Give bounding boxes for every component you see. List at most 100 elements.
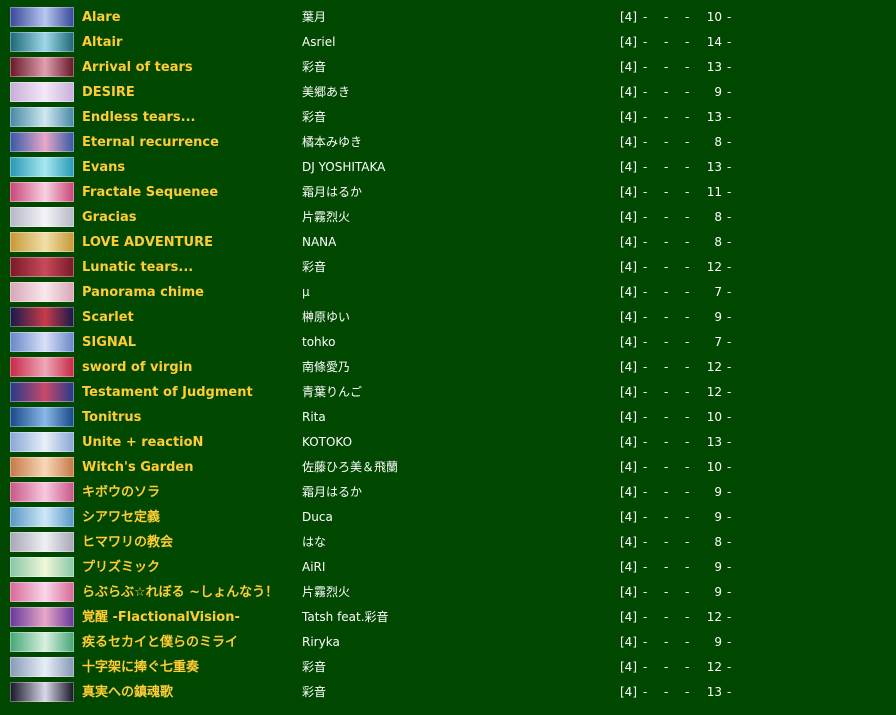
song-title[interactable]: らぶらぶ☆れぼる ~しょんなう！ — [82, 580, 278, 605]
song-title[interactable]: 真実への鎮魂歌 — [82, 680, 173, 705]
song-row[interactable]: シアワセ定義 Duca [4] - - -9- — [0, 505, 896, 530]
song-banner-image[interactable] — [10, 482, 74, 502]
song-banner-image[interactable] — [10, 282, 74, 302]
song-title[interactable]: 十字架に捧ぐ七重奏 — [82, 655, 199, 680]
song-title[interactable]: Eternal recurrence — [82, 130, 219, 155]
song-banner-image[interactable] — [10, 182, 74, 202]
song-banner-image[interactable] — [10, 507, 74, 527]
song-level: [4] — [620, 435, 637, 449]
song-title[interactable]: キボウのソラ — [82, 480, 160, 505]
song-title[interactable]: Gracias — [82, 205, 137, 230]
song-banner-image[interactable] — [10, 382, 74, 402]
song-col1: - — [643, 310, 648, 324]
song-banner-image[interactable] — [10, 257, 74, 277]
song-title[interactable]: Tonitrus — [82, 405, 141, 430]
song-title[interactable]: 疾るセカイと僕らのミライ — [82, 630, 238, 655]
song-title[interactable]: Panorama chime — [82, 280, 204, 305]
song-col2: - — [664, 235, 669, 249]
song-row[interactable]: ヒマワリの教会 はな [4] - - -8- — [0, 530, 896, 555]
song-banner-image[interactable] — [10, 82, 74, 102]
song-title[interactable]: Arrival of tears — [82, 55, 193, 80]
song-banner-image[interactable] — [10, 607, 74, 627]
song-banner-image[interactable] — [10, 457, 74, 477]
song-col1: - — [643, 335, 648, 349]
song-title[interactable]: シアワセ定義 — [82, 505, 160, 530]
song-banner-image[interactable] — [10, 532, 74, 552]
song-banner-image[interactable] — [10, 682, 74, 702]
song-banner-image[interactable] — [10, 557, 74, 577]
song-banner-image[interactable] — [10, 582, 74, 602]
song-title[interactable]: プリズミック — [82, 555, 160, 580]
song-col1: - — [643, 385, 648, 399]
song-row[interactable]: 十字架に捧ぐ七重奏 彩音 [4] - - -12- — [0, 655, 896, 680]
song-banner-image[interactable] — [10, 57, 74, 77]
song-banner-image[interactable] — [10, 132, 74, 152]
song-row[interactable]: Fractale Sequenee 霜月はるか [4] - - -11- — [0, 180, 896, 205]
song-banner-image[interactable] — [10, 157, 74, 177]
song-title[interactable]: 覚醒 -FlactionalVision- — [82, 605, 240, 630]
song-row[interactable]: Witch's Garden 佐藤ひろ美＆飛蘭 [4] - - -10- — [0, 455, 896, 480]
song-title[interactable]: Witch's Garden — [82, 455, 193, 480]
song-banner-image[interactable] — [10, 307, 74, 327]
song-title[interactable]: SIGNAL — [82, 330, 136, 355]
song-title[interactable]: Altair — [82, 30, 122, 55]
song-row[interactable]: Altair Asriel [4] - - -14- — [0, 30, 896, 55]
song-row[interactable]: プリズミック AiRI [4] - - -9- — [0, 555, 896, 580]
song-row[interactable]: キボウのソラ 霜月はるか [4] - - -9- — [0, 480, 896, 505]
song-banner-image[interactable] — [10, 32, 74, 52]
song-row[interactable]: Arrival of tears 彩音 [4] - - -13- — [0, 55, 896, 80]
song-title[interactable]: Testament of Judgment — [82, 380, 253, 405]
song-banner-image[interactable] — [10, 232, 74, 252]
song-title[interactable]: Unite + reactioN — [82, 430, 203, 455]
song-row[interactable]: Tonitrus Rita [4] - - -10- — [0, 405, 896, 430]
song-title[interactable]: Scarlet — [82, 305, 134, 330]
song-row[interactable]: 疾るセカイと僕らのミライ Riryka [4] - - -9- — [0, 630, 896, 655]
song-row[interactable]: Endless tears... 彩音 [4] - - -13- — [0, 105, 896, 130]
song-level: [4] — [620, 135, 637, 149]
song-row[interactable]: Panorama chime μ [4] - - -7- — [0, 280, 896, 305]
song-row[interactable]: sword of virgin 南條愛乃 [4] - - -12- — [0, 355, 896, 380]
song-col2: - — [664, 160, 669, 174]
song-banner-image[interactable] — [10, 107, 74, 127]
song-banner-image[interactable] — [10, 7, 74, 27]
song-row[interactable]: LOVE ADVENTURE NANA [4] - - -8- — [0, 230, 896, 255]
song-rating: 8 — [714, 535, 722, 549]
song-banner-image[interactable] — [10, 332, 74, 352]
song-banner-image[interactable] — [10, 632, 74, 652]
song-row[interactable]: Gracias 片霧烈火 [4] - - -8- — [0, 205, 896, 230]
song-title[interactable]: Endless tears... — [82, 105, 195, 130]
song-level: [4] — [620, 260, 637, 274]
song-banner-image[interactable] — [10, 432, 74, 452]
song-col1: - — [643, 635, 648, 649]
song-col3: - — [685, 585, 690, 599]
song-row[interactable]: らぶらぶ☆れぼる ~しょんなう！ 片霧烈火 [4] - - -9- — [0, 580, 896, 605]
song-row[interactable]: SIGNAL tohko [4] - - -7- — [0, 330, 896, 355]
song-col2: - — [664, 35, 669, 49]
song-banner-image[interactable] — [10, 657, 74, 677]
song-banner-image[interactable] — [10, 207, 74, 227]
song-col5: - — [727, 535, 732, 549]
song-title[interactable]: sword of virgin — [82, 355, 192, 380]
song-row[interactable]: DESIRE 美郷あき [4] - - -9- — [0, 80, 896, 105]
song-row[interactable]: Alare 葉月 [4] - - -10- — [0, 5, 896, 30]
song-row[interactable]: 真実への鎮魂歌 彩音 [4] - - -13- — [0, 680, 896, 705]
song-row[interactable]: Evans DJ YOSHITAKA [4] - - -13- — [0, 155, 896, 180]
song-title[interactable]: LOVE ADVENTURE — [82, 230, 213, 255]
song-title[interactable]: ヒマワリの教会 — [82, 530, 173, 555]
song-row[interactable]: Unite + reactioN KOTOKO [4] - - -13- — [0, 430, 896, 455]
song-col3: - — [685, 310, 690, 324]
song-row[interactable]: 覚醒 -FlactionalVision- Tatsh feat.彩音 [4] - - -… — [0, 605, 896, 630]
song-title[interactable]: DESIRE — [82, 80, 135, 105]
song-title[interactable]: Evans — [82, 155, 125, 180]
song-row[interactable]: Testament of Judgment 青葉りんご [4] - - -12- — [0, 380, 896, 405]
song-row[interactable]: Scarlet 榊原ゆい [4] - - -9- — [0, 305, 896, 330]
song-banner-image[interactable] — [10, 357, 74, 377]
song-banner-image[interactable] — [10, 407, 74, 427]
song-row[interactable]: Eternal recurrence 橘本みゆき [4] - - -8- — [0, 130, 896, 155]
song-row[interactable]: Lunatic tears... 彩音 [4] - - -12- — [0, 255, 896, 280]
song-col1: - — [643, 435, 648, 449]
song-title[interactable]: Lunatic tears... — [82, 255, 193, 280]
song-col5: - — [727, 160, 732, 174]
song-title[interactable]: Fractale Sequenee — [82, 180, 218, 205]
song-title[interactable]: Alare — [82, 5, 121, 30]
